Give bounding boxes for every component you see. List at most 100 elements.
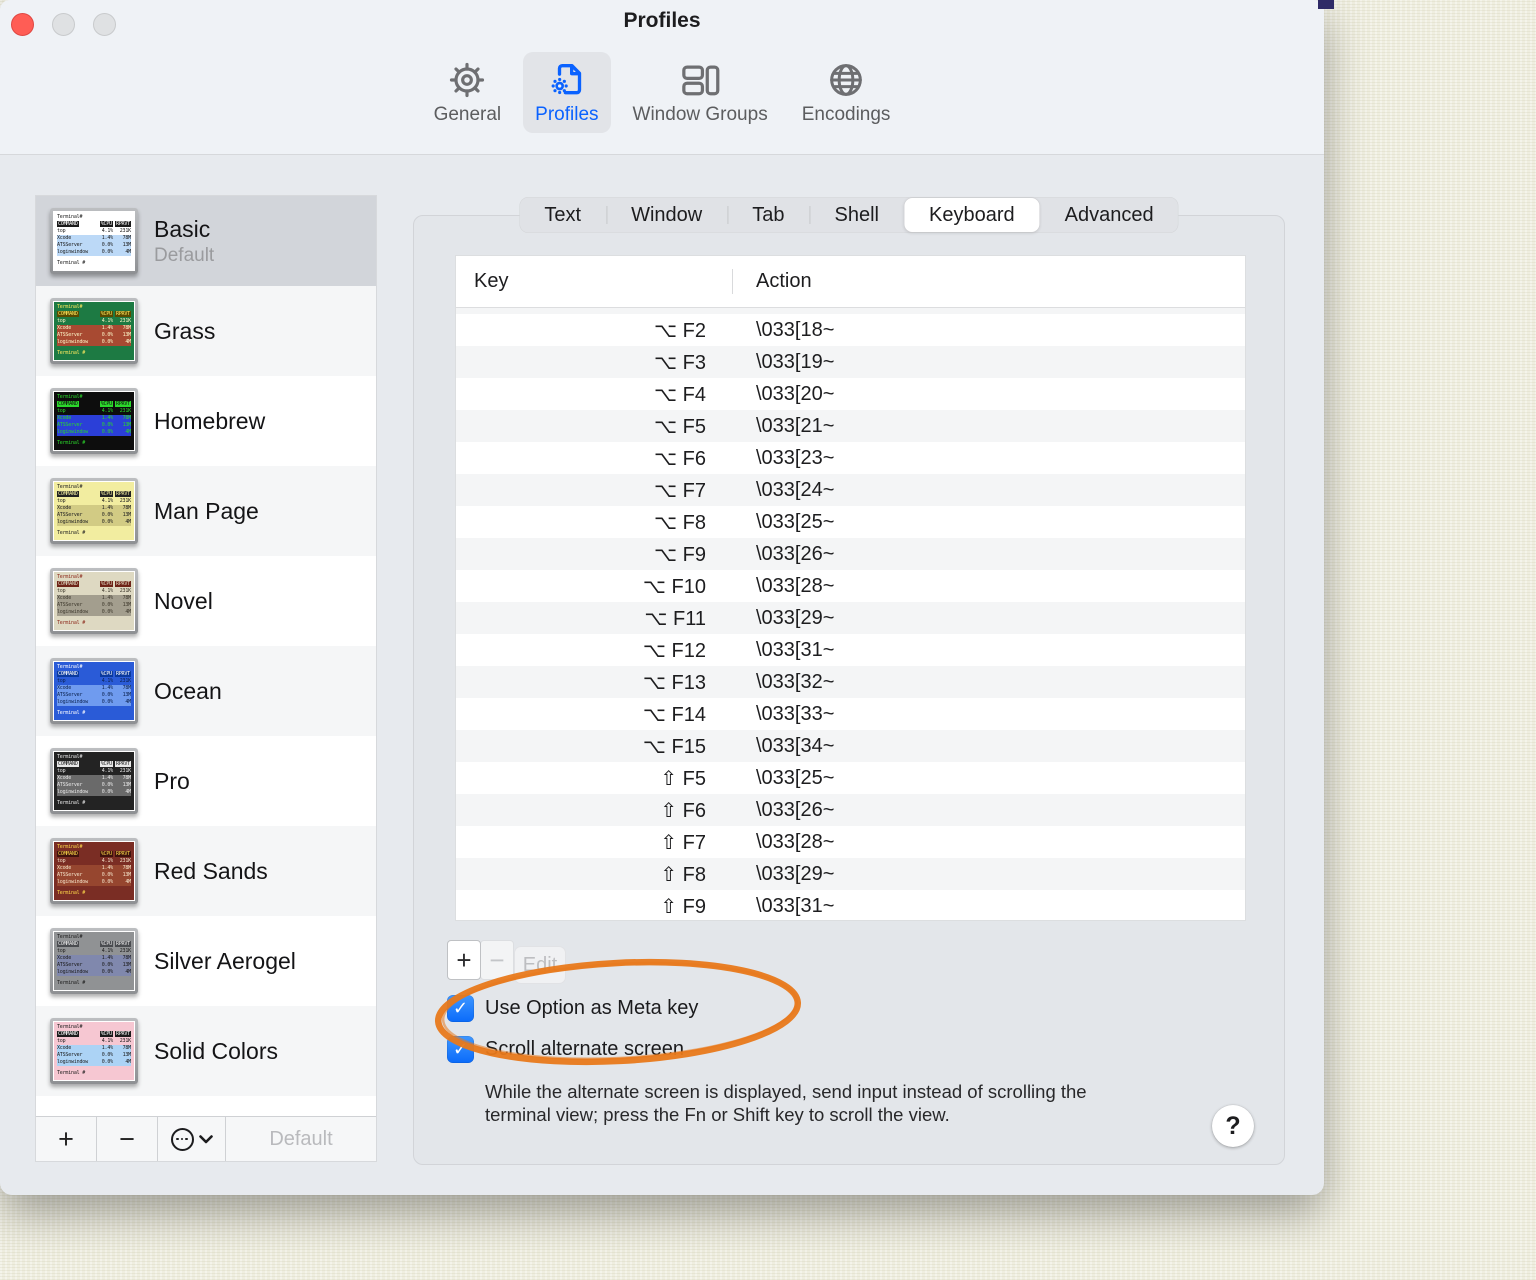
key-action: \033[18~ <box>756 318 835 341</box>
profile-doc-icon <box>547 58 587 102</box>
key-mapping-row[interactable]: ⌥ F10 \033[28~ <box>456 570 1245 602</box>
key-action: \033[28~ <box>756 574 835 597</box>
profile-item-silver-aerogel[interactable]: Terminal# COMMAND %CPU RPRVT top 4.1% 231K Xcod… <box>36 916 376 1006</box>
toolbar-item-window-groups[interactable]: Window Groups <box>621 52 780 133</box>
profile-subtitle: Default <box>154 244 215 266</box>
key-mapping-row[interactable]: ⇧ F9 \033[31~ <box>456 890 1245 922</box>
key-mapping-row[interactable]: ⇧ F8 \033[29~ <box>456 858 1245 890</box>
tab-shell[interactable]: Shell <box>809 197 904 233</box>
modifier-icon: ⌥ <box>642 701 666 726</box>
key-name: F7 <box>682 831 706 854</box>
key-mapping-row[interactable]: ⌥ F5 \033[21~ <box>456 410 1245 442</box>
key-mapping-row[interactable]: ⇧ F5 \033[25~ <box>456 762 1245 794</box>
use-option-as-meta-row[interactable]: ✓ Use Option as Meta key <box>447 995 698 1022</box>
key-mapping-row[interactable]: ⌥ F7 \033[24~ <box>456 474 1245 506</box>
tab-advanced[interactable]: Advanced <box>1040 197 1179 233</box>
modifier-icon: ⌥ <box>654 445 678 470</box>
profile-thumbnail: Terminal# COMMAND %CPU RPRVT top 4.1% 231K Xcod… <box>50 568 138 634</box>
modifier-icon: ⌥ <box>654 317 678 342</box>
toolbar-item-encodings[interactable]: Encodings <box>790 52 903 133</box>
profile-item-basic[interactable]: Terminal# COMMAND %CPU RPRVT top 4.1% 231K Xcod… <box>36 196 376 286</box>
key-name: F11 <box>673 607 706 630</box>
key-mapping-row[interactable]: ⌥ F3 \033[19~ <box>456 346 1245 378</box>
profile-thumbnail: Terminal# COMMAND %CPU RPRVT top 4.1% 231K Xcod… <box>50 928 138 994</box>
modifier-icon: ⌥ <box>654 541 678 566</box>
modifier-icon: ⌥ <box>654 349 678 374</box>
edit-key-button[interactable]: Edit <box>514 946 566 984</box>
profile-thumbnail: Terminal# COMMAND %CPU RPRVT top 4.1% 231K Xcod… <box>50 298 138 364</box>
key-action: \033[24~ <box>756 478 835 501</box>
profile-thumbnail: Terminal# COMMAND %CPU RPRVT top 4.1% 231K Xcod… <box>50 208 138 274</box>
checkmark-icon: ✓ <box>452 998 469 1019</box>
key-name: F4 <box>682 383 706 406</box>
terminal-preview: Terminal# COMMAND %CPU RPRVT top 4.1% 231K Xcod… <box>53 391 135 451</box>
add-profile-button[interactable]: + <box>36 1117 97 1161</box>
key-mapping-row[interactable]: ⌥ F2 \033[18~ <box>456 314 1245 346</box>
profile-item-ocean[interactable]: Terminal# COMMAND %CPU RPRVT top 4.1% 231K Xcod… <box>36 646 376 736</box>
key-mapping-row[interactable]: ⌥ F8 \033[25~ <box>456 506 1245 538</box>
key-name: F8 <box>682 863 706 886</box>
key-name: F3 <box>682 351 706 374</box>
profile-list: Terminal# COMMAND %CPU RPRVT top 4.1% 231K Xcod… <box>36 196 376 1116</box>
key-mapping-row[interactable]: ⌥ F4 \033[20~ <box>456 378 1245 410</box>
scroll-alternate-screen-checkbox[interactable]: ✓ <box>447 1036 474 1063</box>
action-column-header: Action <box>756 270 812 292</box>
key-action: \033[28~ <box>756 830 835 853</box>
tab-window[interactable]: Window <box>606 197 727 233</box>
profile-item-man-page[interactable]: Terminal# COMMAND %CPU RPRVT top 4.1% 231K Xcod… <box>36 466 376 556</box>
profile-thumbnail: Terminal# COMMAND %CPU RPRVT top 4.1% 231K Xcod… <box>50 838 138 904</box>
terminal-preview: Terminal# COMMAND %CPU RPRVT top 4.1% 231K Xcod… <box>53 481 135 541</box>
toolbar-item-label: Encodings <box>801 104 891 125</box>
remove-profile-button[interactable]: − <box>97 1117 158 1161</box>
modifier-icon: ⌥ <box>654 509 678 534</box>
terminal-preview: Terminal# COMMAND %CPU RPRVT top 4.1% 231K Xcod… <box>53 1021 135 1081</box>
default-button[interactable]: Default <box>226 1117 376 1161</box>
profile-name: Red Sands <box>154 857 268 884</box>
profile-item-solid-colors[interactable]: Terminal# COMMAND %CPU RPRVT top 4.1% 231K Xcod… <box>36 1006 376 1096</box>
tab-tab[interactable]: Tab <box>727 197 809 233</box>
keyboard-mapping-table[interactable]: Key Action ⌥ F2 \033[18~ ⌥ F3 \033[19~ ⌥… <box>455 255 1246 921</box>
profile-item-homebrew[interactable]: Terminal# COMMAND %CPU RPRVT top 4.1% 231K Xcod… <box>36 376 376 466</box>
tab-text[interactable]: Text <box>519 197 606 233</box>
key-mapping-row[interactable]: ⌥ F12 \033[31~ <box>456 634 1245 666</box>
key-mapping-row[interactable]: ⌥ F15 \033[34~ <box>456 730 1245 762</box>
key-action: \033[21~ <box>756 414 835 437</box>
use-option-as-meta-checkbox[interactable]: ✓ <box>447 995 474 1022</box>
preferences-window: Profiles General Profiles Window Groups <box>0 0 1324 1195</box>
titlebar: Profiles General Profiles Window Groups <box>0 0 1324 155</box>
tab-keyboard[interactable]: Keyboard <box>903 198 1040 232</box>
modifier-icon: ⌥ <box>642 573 666 598</box>
key-mapping-row[interactable]: ⌥ F9 \033[26~ <box>456 538 1245 570</box>
key-name: F8 <box>682 511 706 534</box>
key-mapping-row[interactable]: ⌥ F11 \033[29~ <box>456 602 1245 634</box>
scroll-alternate-screen-row[interactable]: ✓ Scroll alternate screen <box>447 1036 684 1063</box>
profile-name: Homebrew <box>154 407 266 434</box>
profile-item-red-sands[interactable]: Terminal# COMMAND %CPU RPRVT top 4.1% 231K Xcod… <box>36 826 376 916</box>
profile-item-novel[interactable]: Terminal# COMMAND %CPU RPRVT top 4.1% 231K Xcod… <box>36 556 376 646</box>
toolbar-item-profiles[interactable]: Profiles <box>523 52 611 133</box>
scroll-alternate-screen-label: Scroll alternate screen <box>485 1038 684 1060</box>
add-key-button[interactable]: + <box>447 940 481 980</box>
key-mapping-row[interactable]: ⇧ F6 \033[26~ <box>456 794 1245 826</box>
key-name: F12 <box>671 639 706 662</box>
modifier-icon: ⌥ <box>654 381 678 406</box>
key-mapping-row[interactable]: ⌥ F13 \033[32~ <box>456 666 1245 698</box>
key-mapping-row[interactable]: ⌥ F14 \033[33~ <box>456 698 1245 730</box>
use-option-as-meta-label: Use Option as Meta key <box>485 997 699 1019</box>
key-mapping-row[interactable]: ⌥ F6 \033[23~ <box>456 442 1245 474</box>
remove-key-button[interactable]: − <box>480 940 514 980</box>
key-name: F13 <box>671 671 706 694</box>
profile-item-grass[interactable]: Terminal# COMMAND %CPU RPRVT top 4.1% 231K Xcod… <box>36 286 376 376</box>
more-options-button[interactable] <box>158 1117 226 1161</box>
modifier-icon: ⌥ <box>642 733 666 758</box>
modifier-icon: ⇧ <box>660 765 678 790</box>
key-name: F15 <box>671 735 706 758</box>
chevron-down-icon <box>198 1134 213 1143</box>
ellipsis-circle-icon <box>170 1127 194 1151</box>
key-mapping-row[interactable]: ⇧ F7 \033[28~ <box>456 826 1245 858</box>
key-action: \033[29~ <box>756 606 835 629</box>
profile-item-pro[interactable]: Terminal# COMMAND %CPU RPRVT top 4.1% 231K Xcod… <box>36 736 376 826</box>
table-rows: ⌥ F2 \033[18~ ⌥ F3 \033[19~ ⌥ F4 \033[20… <box>456 314 1245 922</box>
help-button[interactable]: ? <box>1212 1105 1254 1147</box>
toolbar-item-general[interactable]: General <box>422 52 514 133</box>
